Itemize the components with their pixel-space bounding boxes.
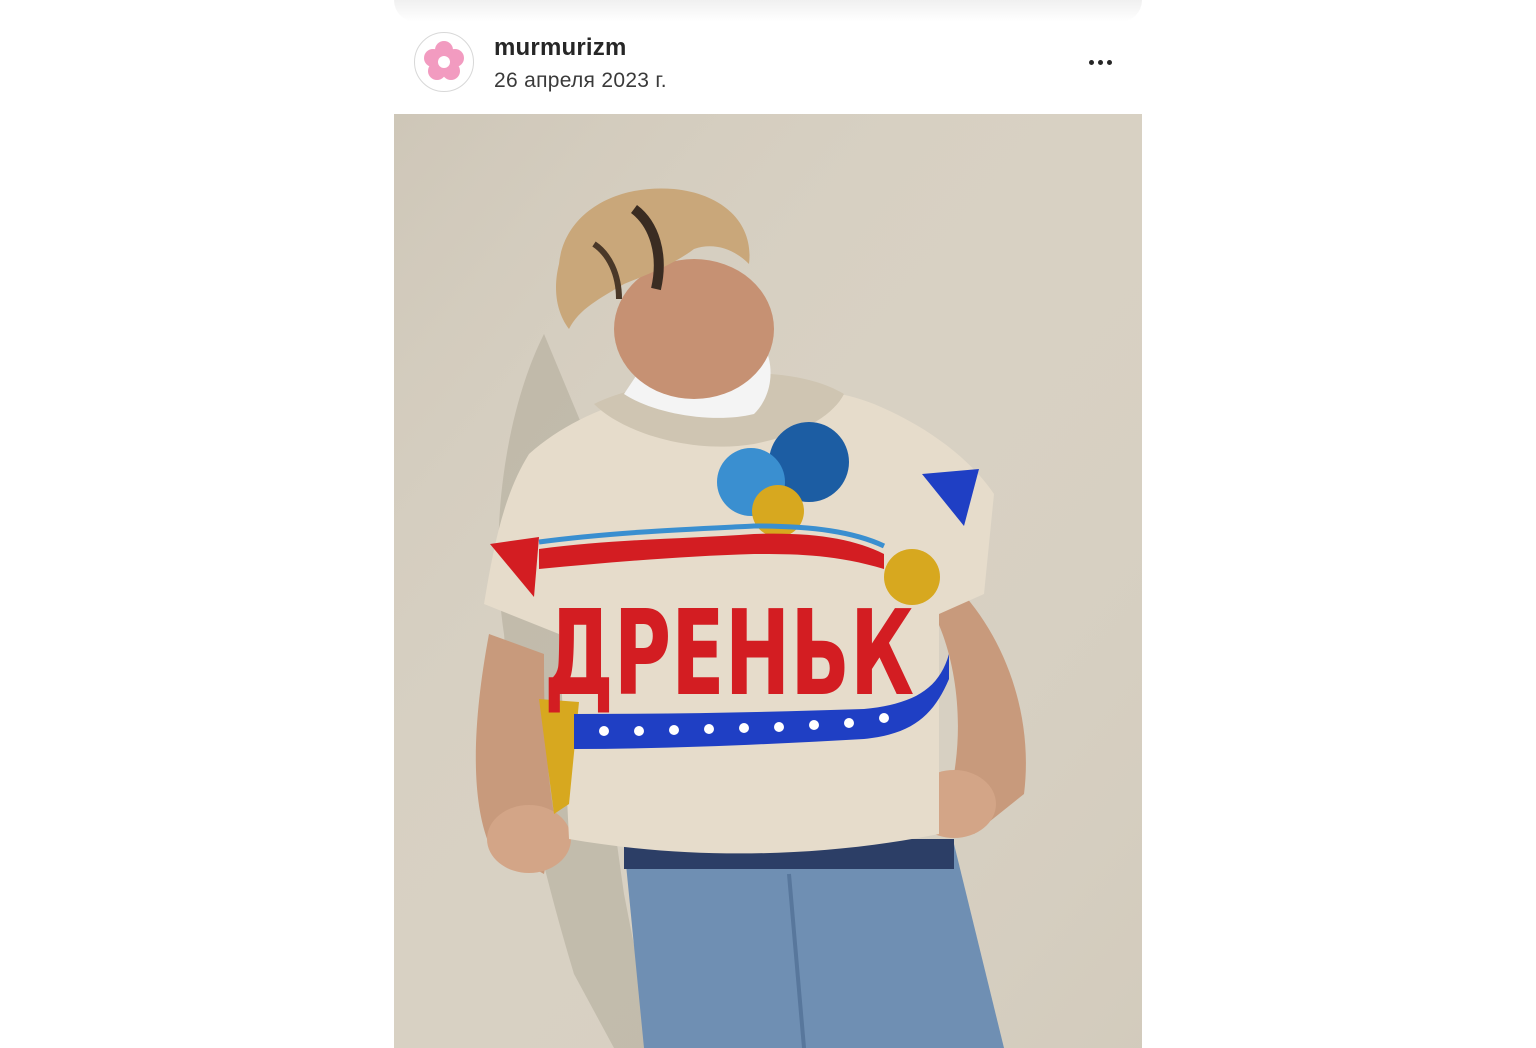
username[interactable]: murmurizm: [494, 34, 627, 62]
avatar[interactable]: [414, 32, 474, 92]
more-options-icon[interactable]: [1080, 47, 1120, 77]
instagram-post: murmurizm 26 апреля 2023 г. ДРЕНЬК: [394, 0, 1142, 1048]
post-header: murmurizm 26 апреля 2023 г.: [394, 0, 1142, 114]
photo-illustration: ДРЕНЬК: [394, 114, 1142, 1048]
post-date: 26 апреля 2023 г.: [494, 69, 667, 92]
sweater-text: ДРЕНЬК: [544, 584, 914, 722]
pink-flower-icon: [424, 41, 464, 80]
post-photo[interactable]: ДРЕНЬК: [394, 114, 1142, 1048]
